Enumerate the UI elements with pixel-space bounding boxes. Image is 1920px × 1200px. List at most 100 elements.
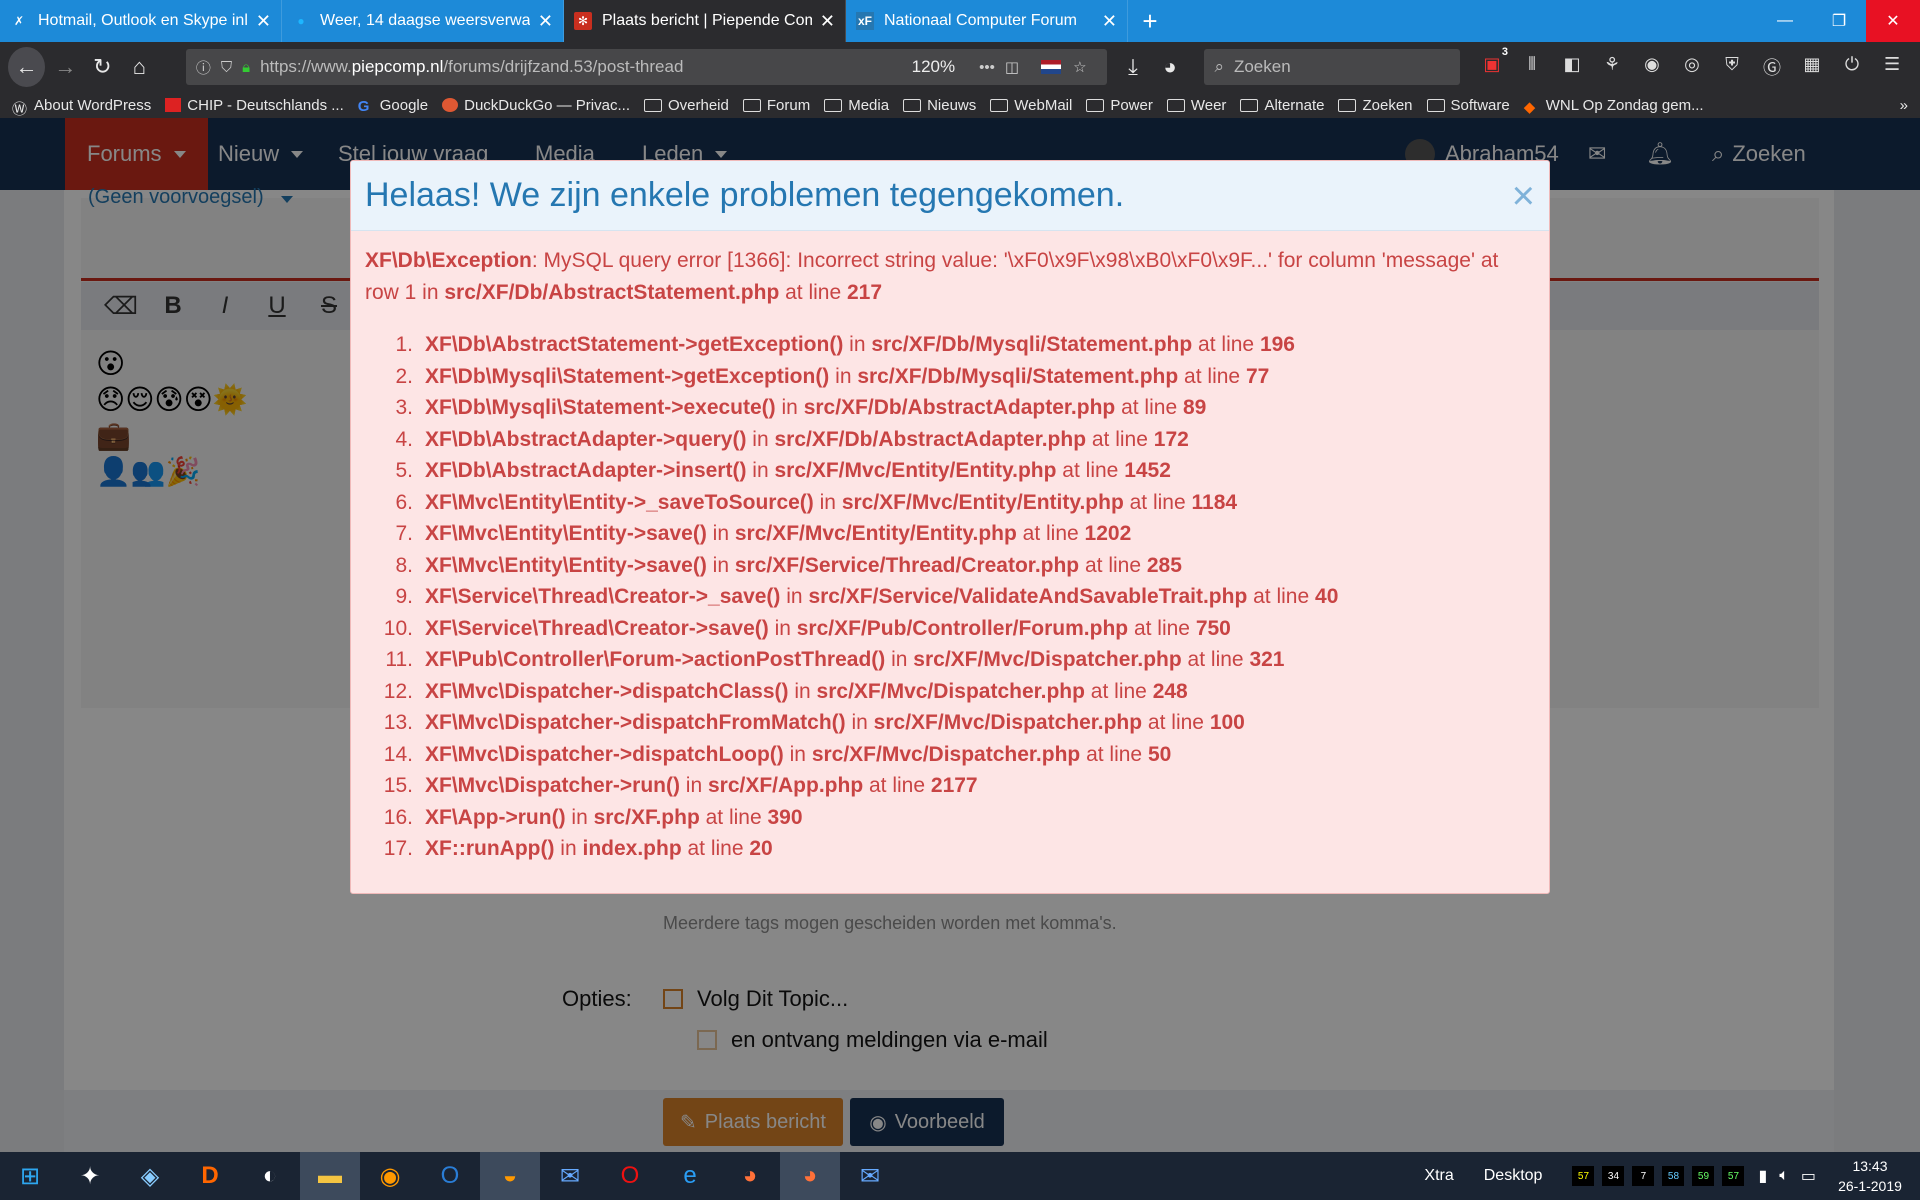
- thunderbird-active-icon[interactable]: ✉: [840, 1152, 900, 1200]
- firefox-icon[interactable]: ◕: [720, 1152, 780, 1200]
- bookmark-folder[interactable]: Overheid: [643, 97, 729, 114]
- opera-icon[interactable]: O: [600, 1152, 660, 1200]
- bookmark-folder[interactable]: Software: [1426, 96, 1510, 114]
- menu-icon[interactable]: ☰: [1872, 54, 1912, 80]
- folder-icon: [1086, 98, 1105, 112]
- bookmark-folder[interactable]: Weer: [1166, 97, 1226, 114]
- trace-file: src/XF/Mvc/Dispatcher.php: [913, 648, 1182, 671]
- bookmark-item[interactable]: Ⓦ About WordPress: [12, 96, 152, 119]
- record-icon[interactable]: ◎: [1672, 54, 1712, 80]
- at-line-text: at line: [1192, 333, 1260, 356]
- shield-icon[interactable]: ⛉: [221, 59, 232, 76]
- firefox-active-icon[interactable]: ◕: [780, 1152, 840, 1200]
- trace-number: 7.: [395, 522, 413, 545]
- bookmark-item[interactable]: CHIP - Deutschlands ...: [165, 97, 344, 114]
- ublock-icon[interactable]: ⛨: [1712, 54, 1752, 80]
- bookmark-folder[interactable]: WebMail: [990, 97, 1072, 114]
- download-icon[interactable]: ⤓: [1115, 47, 1152, 87]
- bookmark-folder[interactable]: Forum: [742, 97, 810, 114]
- bookmark-item[interactable]: DuckDuckGo — Privac...: [442, 97, 630, 114]
- tab-piepcomp[interactable]: ✻ Plaats bericht | Piepende Comp ✕: [564, 0, 846, 42]
- home-icon[interactable]: ⌂: [121, 47, 158, 87]
- trace-text: XF\Service\Thread\Creator->save() in src…: [425, 613, 1231, 645]
- search-box[interactable]: ⌕ Zoeken: [1204, 49, 1461, 85]
- tray-xtra[interactable]: Xtra: [1424, 1167, 1453, 1185]
- pinned-app-icon[interactable]: ◈: [120, 1152, 180, 1200]
- volume-icon[interactable]: 🔈︎: [1779, 1167, 1789, 1185]
- trace-item: 15. XF\Mvc\Dispatcher->run() in src/XF/Ap…: [365, 770, 1535, 802]
- clock[interactable]: 13:43 26-1-2019: [1830, 1156, 1910, 1196]
- sidebar-icon[interactable]: ◧: [1552, 54, 1592, 80]
- close-icon[interactable]: ✕: [538, 11, 553, 32]
- addon-badge-icon[interactable]: ▣ 3: [1472, 46, 1512, 80]
- tab-hotmail[interactable]: ✗ Hotmail, Outlook en Skype inlo ✕: [0, 0, 282, 42]
- bookmark-folder[interactable]: Power: [1086, 97, 1153, 114]
- url-text[interactable]: https://www.piepcomp.nl/forums/drijfzand…: [260, 57, 902, 77]
- close-icon[interactable]: ✕: [820, 11, 835, 32]
- bookmark-folder[interactable]: Media: [824, 97, 889, 114]
- folder-icon: [1166, 98, 1185, 112]
- window-close-icon[interactable]: ✕: [1866, 0, 1920, 42]
- sublime-icon[interactable]: ◒: [480, 1152, 540, 1200]
- trace-number: 8.: [395, 553, 413, 577]
- pocket-icon[interactable]: ◫: [1005, 58, 1019, 76]
- chevron-right-icon[interactable]: »: [1900, 97, 1908, 114]
- forward-icon[interactable]: →: [47, 47, 84, 87]
- address-bar[interactable]: ⓘ ⛉ 🔒︎ https://www.piepcomp.nl/forums/dr…: [185, 49, 1107, 85]
- ghostery-icon[interactable]: Ⓖ: [1752, 54, 1792, 80]
- magic-wand-icon[interactable]: ✦: [60, 1152, 120, 1200]
- maximize-icon[interactable]: ❐: [1812, 0, 1866, 42]
- tab-ncf[interactable]: xF Nationaal Computer Forum ✕: [846, 0, 1128, 42]
- bookmark-label: Media: [848, 96, 890, 114]
- extension-icon[interactable]: ◕: [1151, 47, 1188, 87]
- battery-icon[interactable]: ▮: [1758, 1166, 1767, 1186]
- orange-app-icon[interactable]: ◉: [360, 1152, 420, 1200]
- star-icon[interactable]: ☆: [1073, 58, 1086, 76]
- windows-start-icon[interactable]: ⊞: [0, 1152, 60, 1200]
- trace-item: 1. XF\Db\AbstractStatement->getException(…: [365, 329, 1535, 361]
- sync-icon[interactable]: ⚘: [1592, 54, 1632, 80]
- minimize-icon[interactable]: —: [1758, 0, 1812, 42]
- zoom-level[interactable]: 120%: [902, 55, 965, 79]
- at-line-text: at line: [1142, 711, 1210, 734]
- close-icon[interactable]: ×: [1512, 176, 1535, 216]
- network-icon[interactable]: ▭: [1801, 1166, 1816, 1186]
- file-explorer-icon[interactable]: ▬: [300, 1152, 360, 1200]
- at-line-text: at line: [1016, 522, 1085, 545]
- more-icon[interactable]: •••: [979, 59, 995, 76]
- edge-icon[interactable]: e: [660, 1152, 720, 1200]
- trace-line: 50: [1147, 742, 1172, 766]
- power-icon[interactable]: ⏻: [1832, 54, 1872, 80]
- trace-function: XF::runApp(): [425, 837, 555, 860]
- bookmark-item[interactable]: ◆ WNL Op Zondag gem...: [1524, 97, 1704, 117]
- bookmark-label: Google: [379, 96, 429, 114]
- bookmark-folder[interactable]: Nieuws: [903, 97, 976, 114]
- close-icon[interactable]: ✕: [1102, 11, 1117, 32]
- close-icon[interactable]: ✕: [256, 11, 271, 32]
- bookmark-folder[interactable]: Alternate: [1240, 97, 1324, 114]
- thunderbird-icon[interactable]: ✉: [540, 1152, 600, 1200]
- dutch-flag-icon[interactable]: [1041, 60, 1062, 74]
- bee-app-icon[interactable]: ◐: [240, 1152, 300, 1200]
- folder-icon: [643, 98, 662, 112]
- bookmark-label: About WordPress: [34, 96, 152, 114]
- bookmark-label: Software: [1450, 96, 1510, 114]
- color-picker-icon[interactable]: ▦: [1792, 54, 1832, 80]
- in-text: in: [775, 396, 804, 419]
- outlook-taskbar-icon[interactable]: O: [420, 1152, 480, 1200]
- xf-icon: xF: [856, 12, 874, 30]
- tab-weather[interactable]: ● Weer, 14 daagse weersverwach ✕: [282, 0, 564, 42]
- bookmark-item[interactable]: G Google: [358, 96, 429, 116]
- bookmark-folder[interactable]: Zoeken: [1338, 97, 1413, 114]
- cookie-icon[interactable]: ◉: [1632, 54, 1672, 80]
- trace-function: XF\Mvc\Dispatcher->dispatchClass(): [425, 679, 789, 703]
- new-tab-button[interactable]: +: [1128, 0, 1172, 42]
- d-app-icon[interactable]: D: [180, 1152, 240, 1200]
- trace-item: 9. XF\Service\Thread\Creator->_save() in …: [365, 581, 1535, 613]
- tray-desktop[interactable]: Desktop: [1484, 1167, 1543, 1185]
- info-icon[interactable]: ⓘ: [196, 57, 211, 78]
- reload-icon[interactable]: ↻: [84, 47, 121, 87]
- library-icon[interactable]: ⫴: [1512, 54, 1552, 80]
- back-icon[interactable]: ←: [8, 47, 45, 87]
- trace-number: 11.: [385, 648, 413, 671]
